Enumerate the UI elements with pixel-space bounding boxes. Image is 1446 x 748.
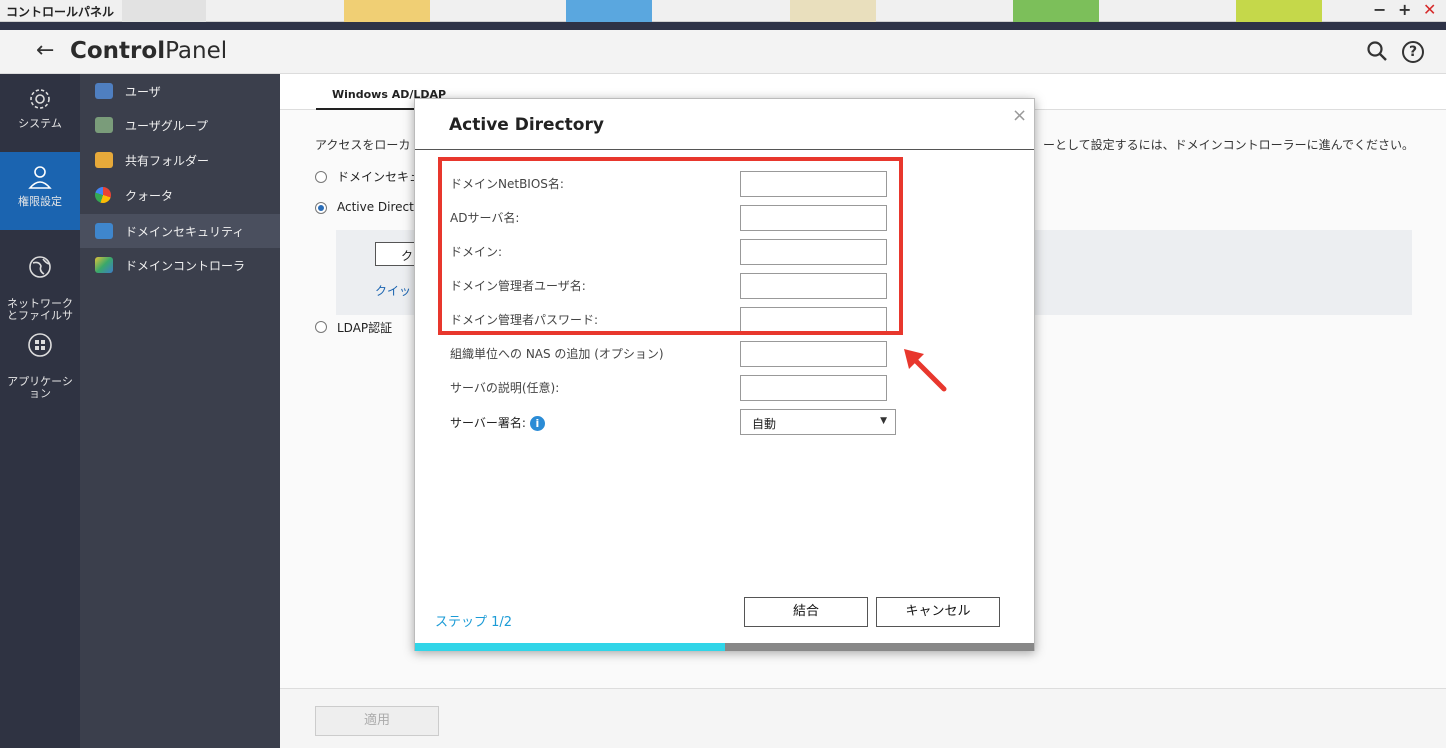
app-title-bold: Control bbox=[70, 38, 166, 64]
radio-active-directory[interactable] bbox=[315, 202, 327, 214]
minimize-button[interactable]: − bbox=[1373, 2, 1386, 18]
field-label-server-description: サーバの説明(任意): bbox=[450, 381, 560, 395]
shared-folder-icon bbox=[95, 152, 113, 168]
annotation-arrow-icon bbox=[904, 349, 947, 392]
search-icon[interactable] bbox=[1366, 40, 1388, 62]
app-title: ControlPanel bbox=[70, 38, 227, 64]
apps-icon bbox=[28, 333, 52, 357]
highlight-box bbox=[438, 157, 903, 335]
back-arrow-icon[interactable]: ← bbox=[36, 38, 54, 63]
sidebar-item-label: ドメインセキュリティ bbox=[125, 225, 245, 239]
user-icon bbox=[95, 83, 113, 99]
user-icon bbox=[28, 166, 52, 189]
sidebar-item-label: クォータ bbox=[125, 189, 174, 203]
title-strip bbox=[0, 22, 1446, 30]
radio-ldap[interactable] bbox=[315, 321, 327, 333]
globe-icon bbox=[29, 256, 51, 278]
organizational-unit-input[interactable] bbox=[740, 341, 887, 367]
domain-security-icon bbox=[95, 223, 113, 239]
server-description-input[interactable] bbox=[740, 375, 887, 401]
primary-sidebar: システム 権限設定 ネットワーク とファイルサ アプリケーシ ョン bbox=[0, 74, 80, 748]
progress-bar bbox=[415, 643, 1034, 651]
radio-label: LDAP認証 bbox=[337, 321, 393, 335]
sidebar-item-domain-controller[interactable]: ドメインコントローラ bbox=[80, 248, 280, 282]
app-header: ← ControlPanel ? bbox=[0, 30, 1446, 74]
sidebar-item-label: ユーザグループ bbox=[125, 119, 209, 133]
app-thumbnail bbox=[1013, 0, 1099, 22]
help-icon[interactable]: ? bbox=[1402, 41, 1424, 63]
user-group-icon bbox=[95, 117, 113, 133]
quick-setup-link[interactable]: クイッ bbox=[375, 282, 411, 299]
app-thumbnail bbox=[566, 0, 652, 22]
sidebar-item-label: 共有フォルダー bbox=[125, 154, 210, 168]
secondary-sidebar: ユーザ ユーザグループ 共有フォルダー クォータ ドメインセキュリティ ドメイン… bbox=[80, 74, 280, 748]
footer-bar: 適用 bbox=[280, 688, 1446, 748]
app-title-rest: Panel bbox=[165, 38, 228, 64]
chevron-down-icon: ▼ bbox=[880, 416, 887, 426]
field-label-ou: 組織単位への NAS の追加 (オプション) bbox=[450, 347, 664, 361]
maximize-button[interactable]: + bbox=[1398, 2, 1411, 18]
app-thumbnail bbox=[790, 0, 876, 22]
info-icon[interactable]: i bbox=[529, 416, 545, 431]
radio-domain-security[interactable] bbox=[315, 171, 327, 183]
window-titlebar: コントロールパネル − + ✕ bbox=[0, 0, 1446, 22]
nav-network-label: ネットワーク とファイルサ bbox=[7, 297, 73, 322]
description-text-tail: ーとして設定するには、ドメインコントローラーに進んでください。 bbox=[1043, 138, 1415, 152]
nav-system-label: システム bbox=[18, 117, 62, 130]
join-button[interactable]: 結合 bbox=[744, 597, 868, 627]
radio-label: ドメインセキュ bbox=[337, 170, 422, 184]
app-thumbnail bbox=[1236, 0, 1322, 22]
nav-applications[interactable]: アプリケーシ ョン bbox=[0, 320, 80, 400]
gear-icon bbox=[30, 89, 50, 109]
sidebar-item-label: ドメインコントローラ bbox=[125, 259, 246, 273]
nav-applications-label: アプリケーシ ョン bbox=[7, 375, 73, 400]
apply-button[interactable]: 適用 bbox=[315, 706, 439, 736]
sidebar-item-quota[interactable]: クォータ bbox=[80, 178, 280, 212]
field-label-server-signature: サーバー署名: i bbox=[450, 414, 545, 431]
app-thumbnail bbox=[344, 0, 430, 22]
server-signature-label: サーバー署名: bbox=[450, 416, 526, 430]
dialog-title: Active Directory bbox=[449, 115, 604, 135]
window-title: コントロールパネル bbox=[6, 5, 115, 19]
dialog-divider bbox=[415, 149, 1034, 150]
sidebar-item-domain-security[interactable]: ドメインセキュリティ bbox=[80, 214, 280, 248]
sidebar-item-user-groups[interactable]: ユーザグループ bbox=[80, 108, 280, 142]
app-thumbnail bbox=[122, 0, 206, 22]
select-value: 自動 bbox=[752, 417, 777, 431]
cancel-button[interactable]: キャンセル bbox=[876, 597, 1000, 627]
close-icon[interactable]: × bbox=[1012, 105, 1027, 126]
server-signature-select[interactable]: 自動 ▼ bbox=[740, 409, 896, 435]
sidebar-item-shared-folders[interactable]: 共有フォルダー bbox=[80, 143, 280, 177]
nav-network[interactable]: ネットワーク とファイルサ bbox=[0, 242, 80, 322]
description-text: アクセスをローカ bbox=[315, 138, 411, 152]
close-window-button[interactable]: ✕ bbox=[1423, 2, 1436, 18]
quota-icon bbox=[95, 187, 111, 203]
step-indicator: ステップ 1/2 bbox=[435, 615, 513, 630]
radio-label: Active Director bbox=[337, 200, 427, 214]
domain-controller-icon bbox=[95, 257, 113, 273]
progress-bar-fill bbox=[415, 643, 725, 651]
nav-permissions-label: 権限設定 bbox=[18, 195, 62, 208]
sidebar-item-label: ユーザ bbox=[125, 85, 161, 99]
nav-permissions[interactable]: 権限設定 bbox=[0, 152, 80, 230]
nav-system[interactable]: システム bbox=[0, 86, 80, 146]
sidebar-item-users[interactable]: ユーザ bbox=[80, 74, 280, 108]
